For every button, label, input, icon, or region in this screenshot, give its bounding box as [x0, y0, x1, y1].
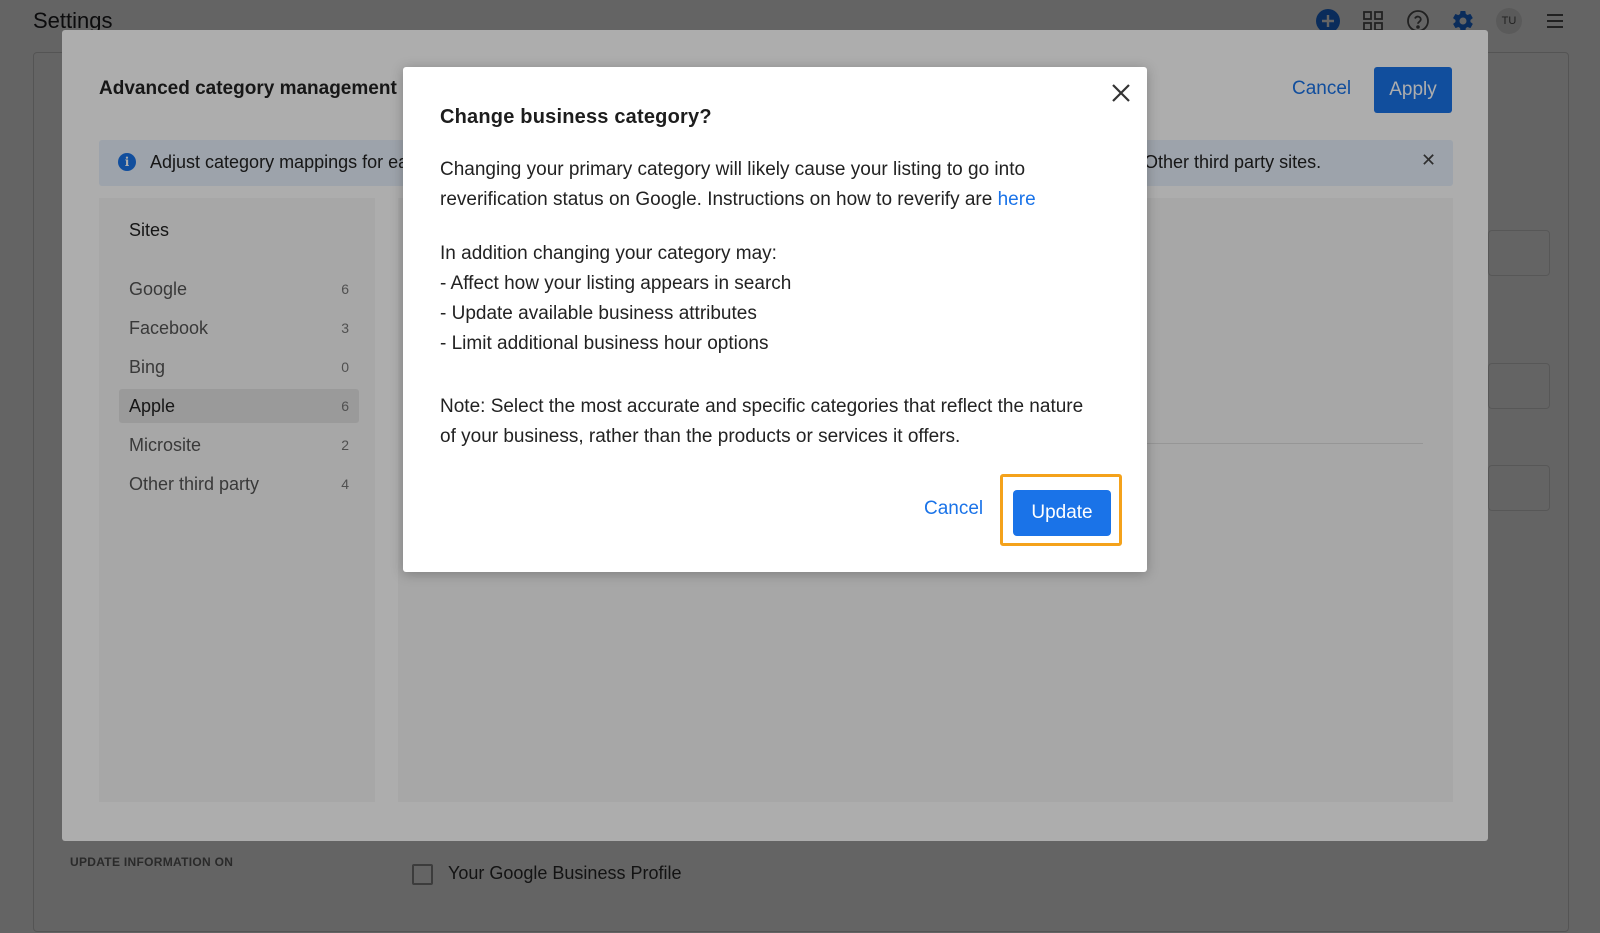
impact-item: - Limit additional business hour options	[440, 333, 769, 354]
update-button[interactable]: Update	[1013, 490, 1111, 536]
reverification-text: Changing your primary category will like…	[440, 159, 1026, 210]
close-icon[interactable]	[1109, 81, 1133, 105]
impact-item: - Affect how your listing appears in sea…	[440, 273, 792, 294]
impact-item: - Update available business attributes	[440, 303, 757, 324]
change-category-dialog: Change business category? Changing your …	[403, 67, 1147, 572]
update-button-highlight: Update	[1000, 474, 1122, 546]
reverify-link[interactable]: here	[998, 189, 1036, 210]
dialog-title: Change business category?	[440, 106, 712, 128]
impact-list: In addition changing your category may: …	[440, 239, 1100, 359]
reverification-paragraph: Changing your primary category will like…	[440, 155, 1100, 215]
cancel-button[interactable]: Cancel	[924, 498, 983, 520]
note-paragraph: Note: Select the most accurate and speci…	[440, 396, 1084, 447]
impact-intro: In addition changing your category may:	[440, 243, 777, 264]
